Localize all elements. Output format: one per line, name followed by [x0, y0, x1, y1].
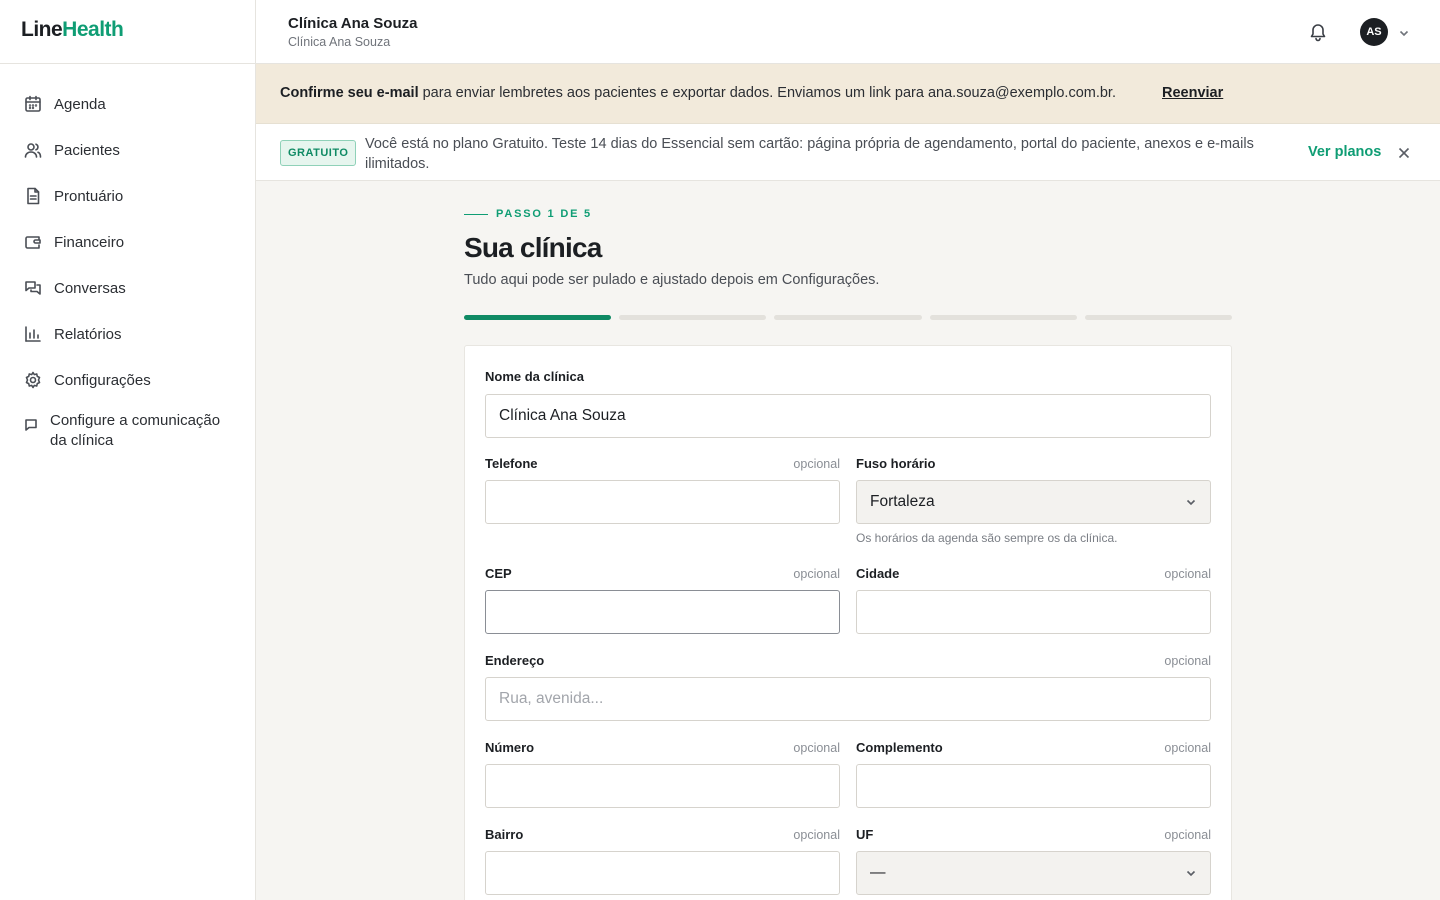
chat-icon	[25, 281, 41, 295]
plan-banner: GRATUITO Você está no plano Gratuito. Te…	[256, 124, 1440, 181]
users-icon	[24, 143, 42, 158]
optional-label: opcional	[793, 567, 840, 581]
timezone-value: Fortaleza	[870, 493, 935, 510]
sidebar-item-label: Relatórios	[54, 325, 122, 343]
avatar[interactable]: AS	[1360, 18, 1388, 46]
clinic-name-label: Nome da clínica	[485, 369, 584, 384]
address-input[interactable]: Rua, avenida...	[485, 677, 1211, 721]
neighborhood-label: Bairro	[485, 827, 524, 842]
sidebar-item-conversas[interactable]: Conversas	[0, 265, 255, 311]
message-icon	[25, 419, 37, 431]
chevron-down-icon[interactable]	[1398, 26, 1410, 38]
top-header: Clínica Ana Souza Clínica Ana Souza AS	[256, 0, 1440, 64]
progress-segment-4	[929, 315, 1077, 320]
sidebar: LineHealth Agenda Pacientes Prontuário F…	[0, 0, 256, 900]
calendar-icon	[25, 95, 41, 112]
email-banner-bold: Confirme seu e-mail	[280, 85, 419, 101]
sidebar-item-label: Financeiro	[54, 233, 125, 251]
address-placeholder: Rua, avenida...	[499, 690, 604, 707]
app-logo[interactable]: LineHealth	[0, 0, 255, 64]
number-input[interactable]	[485, 764, 840, 808]
optional-label: opcional	[793, 457, 840, 471]
sidebar-item-comunicacao[interactable]: Configure a comunicação da clínica	[0, 403, 255, 459]
chevron-down-icon	[1186, 870, 1196, 877]
optional-label: opcional	[793, 828, 840, 842]
cep-input[interactable]	[485, 590, 840, 634]
email-banner-message: para enviar lembretes aos pacientes e ex…	[418, 85, 1116, 101]
neighborhood-input[interactable]	[485, 851, 840, 895]
complement-input[interactable]	[856, 764, 1211, 808]
step-text: PASSO 1 DE 5	[496, 208, 592, 220]
cep-label: CEP	[485, 566, 512, 581]
state-label: UF	[856, 827, 874, 842]
sidebar-item-label: Prontuário	[54, 187, 124, 205]
sidebar-item-pacientes[interactable]: Pacientes	[0, 127, 255, 173]
page-title: Sua clínica	[464, 232, 602, 263]
file-icon	[27, 187, 40, 205]
progress-segment-1	[464, 315, 612, 320]
optional-label: opcional	[1164, 741, 1211, 755]
step-indicator: PASSO 1 DE 5	[464, 208, 592, 220]
step-progress-bar	[464, 315, 1233, 320]
address-label: Endereço	[485, 653, 545, 668]
sidebar-nav: Agenda Pacientes Prontuário Financeiro C…	[0, 64, 255, 459]
sidebar-item-label: Configurações	[54, 371, 151, 389]
phone-input[interactable]	[485, 480, 840, 524]
sidebar-item-relatorios[interactable]: Relatórios	[0, 311, 255, 357]
close-icon[interactable]	[1398, 146, 1410, 159]
progress-segment-3	[774, 315, 922, 320]
sidebar-item-label: Conversas	[54, 279, 126, 297]
progress-segment-2	[619, 315, 767, 320]
optional-label: opcional	[1164, 828, 1211, 842]
clinic-name-input[interactable]: Clínica Ana Souza	[485, 394, 1211, 438]
email-banner-text: Confirme seu e-mail para enviar lembrete…	[280, 85, 1116, 101]
clinic-name[interactable]: Clínica Ana Souza	[288, 15, 417, 32]
complement-label: Complemento	[856, 740, 943, 755]
sidebar-item-configuracoes[interactable]: Configurações	[0, 357, 255, 403]
chevron-down-icon	[1186, 499, 1196, 506]
city-input[interactable]	[856, 590, 1211, 634]
sidebar-item-label: Configure a comunicação da clínica	[50, 412, 221, 449]
resend-link[interactable]: Reenviar	[1162, 85, 1223, 101]
email-confirm-banner: Confirme seu e-mail para enviar lembrete…	[256, 64, 1440, 124]
gear-icon	[25, 371, 41, 389]
timezone-help: Os horários da agenda são sempre os da c…	[856, 531, 1118, 545]
timezone-label: Fuso horário	[856, 456, 936, 471]
clinic-subtitle: Clínica Ana Souza	[288, 35, 391, 49]
state-value: —	[870, 864, 886, 881]
phone-label: Telefone	[485, 456, 538, 471]
timezone-select[interactable]: Fortaleza	[856, 480, 1211, 524]
sidebar-item-label: Pacientes	[54, 141, 120, 159]
optional-label: opcional	[793, 741, 840, 755]
sidebar-item-prontuario[interactable]: Prontuário	[0, 173, 255, 219]
state-select[interactable]: —	[856, 851, 1211, 895]
clinic-form-card: Nome da clínica Clínica Ana Souza Telefo…	[464, 345, 1232, 900]
plan-badge: GRATUITO	[280, 140, 357, 166]
bell-icon[interactable]	[1308, 22, 1328, 42]
optional-label: opcional	[1164, 567, 1211, 581]
bar-chart-icon	[25, 326, 41, 342]
progress-segment-5	[1084, 315, 1233, 320]
see-plans-link[interactable]: Ver planos	[1308, 144, 1381, 160]
number-label: Número	[485, 740, 535, 755]
optional-label: opcional	[1164, 654, 1211, 668]
page-subtitle: Tudo aqui pode ser pulado e ajustado dep…	[464, 272, 880, 288]
city-label: Cidade	[856, 566, 900, 581]
sidebar-item-financeiro[interactable]: Financeiro	[0, 219, 255, 265]
sidebar-item-label: Agenda	[54, 95, 106, 113]
wallet-icon	[25, 236, 41, 249]
sidebar-item-agenda[interactable]: Agenda	[0, 81, 255, 127]
plan-banner-text: Você está no plano Gratuito. Teste 14 di…	[365, 136, 1254, 172]
